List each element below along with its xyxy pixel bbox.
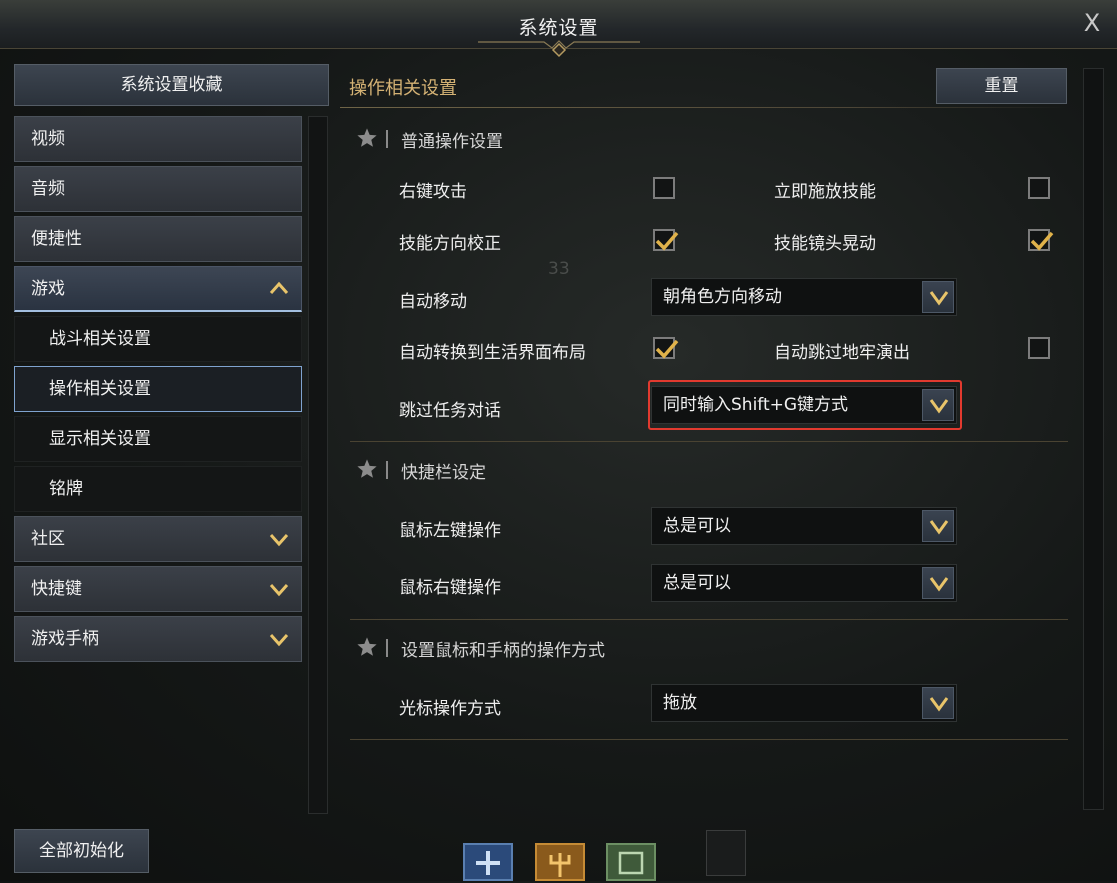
plus-icon — [476, 851, 500, 875]
chevron-down-icon — [929, 291, 949, 306]
sidebar-item-label: 战斗相关设置 — [49, 329, 151, 349]
setting-label: 鼠标右键操作 — [399, 578, 501, 598]
checkmark-icon — [655, 339, 679, 359]
sidebar-item-display[interactable]: 显示相关设置 — [14, 416, 302, 462]
chevron-down-icon — [269, 534, 289, 547]
hotbar-slot[interactable] — [706, 830, 746, 876]
dropdown-toggle[interactable] — [922, 510, 954, 542]
sidebar-item-label: 游戏手柄 — [31, 629, 99, 649]
sidebar-item-video[interactable]: 视频 — [14, 116, 302, 162]
group-title: 快捷栏设定 — [401, 463, 486, 483]
sidebar-item-label: 便捷性 — [31, 229, 82, 249]
hotbar-plus-icon[interactable] — [463, 843, 513, 881]
sidebar-item-label: 游戏 — [31, 279, 65, 299]
setting-label: 技能镜头晃动 — [774, 234, 876, 254]
hotbar-map-icon[interactable] — [606, 843, 656, 881]
hotbar-trident-icon[interactable] — [535, 843, 585, 881]
setting-label: 自动移动 — [399, 292, 467, 312]
instant-cast-checkbox[interactable] — [1028, 177, 1050, 199]
star-icon[interactable] — [356, 636, 378, 658]
skip-dungeon-cutscene-checkbox[interactable] — [1028, 337, 1050, 359]
window-title: 系统设置 — [518, 17, 599, 39]
chevron-down-icon — [929, 697, 949, 712]
setting-label: 右键攻击 — [399, 182, 467, 202]
dropdown-toggle[interactable] — [922, 281, 954, 313]
setting-label: 立即施放技能 — [774, 182, 876, 202]
chevron-down-icon — [929, 520, 949, 535]
dropdown-value: 总是可以 — [663, 573, 731, 593]
sidebar-item-gamepad[interactable]: 游戏手柄 — [14, 616, 302, 662]
group-header-separator — [386, 461, 388, 479]
auto-move-dropdown[interactable]: 朝角色方向移动 — [651, 278, 957, 316]
star-icon[interactable] — [356, 127, 378, 149]
auto-life-layout-checkbox[interactable] — [653, 337, 679, 359]
dropdown-value: 拖放 — [663, 693, 697, 713]
group-divider — [350, 739, 1068, 740]
right-click-attack-checkbox[interactable] — [653, 177, 675, 199]
group-header-separator — [386, 639, 388, 657]
sidebar-item-hotkeys[interactable]: 快捷键 — [14, 566, 302, 612]
sidebar-item-combat[interactable]: 战斗相关设置 — [14, 316, 302, 362]
sidebar-scrollbar[interactable] — [308, 116, 328, 814]
trident-icon — [549, 853, 571, 877]
camera-shake-checkbox[interactable] — [1028, 229, 1054, 251]
reset-button[interactable]: 重置 — [936, 68, 1067, 104]
highlight-annotation — [648, 380, 962, 430]
chevron-up-icon — [269, 281, 289, 294]
map-icon — [618, 851, 644, 875]
settings-scrollbar[interactable] — [1083, 68, 1104, 810]
mouse-right-dropdown[interactable]: 总是可以 — [651, 564, 957, 602]
cursor-mode-dropdown[interactable]: 拖放 — [651, 684, 957, 722]
dropdown-value: 总是可以 — [663, 516, 731, 536]
sidebar-item-label: 视频 — [31, 129, 65, 149]
sidebar-item-community[interactable]: 社区 — [14, 516, 302, 562]
checkmark-icon — [1030, 231, 1054, 251]
sidebar-item-game[interactable]: 游戏 — [14, 266, 302, 312]
section-title: 操作相关设置 — [349, 78, 457, 99]
chevron-down-icon — [929, 577, 949, 592]
setting-label: 光标操作方式 — [399, 699, 501, 719]
chevron-down-icon — [269, 584, 289, 597]
star-icon[interactable] — [356, 458, 378, 480]
background-number: 33 — [548, 259, 570, 279]
group-divider — [350, 619, 1068, 620]
sidebar-item-label: 显示相关设置 — [49, 429, 151, 449]
dropdown-toggle[interactable] — [922, 567, 954, 599]
group-title: 普通操作设置 — [401, 132, 503, 152]
setting-label: 技能方向校正 — [399, 234, 501, 254]
sidebar-item-label: 铭牌 — [49, 479, 83, 499]
close-button[interactable]: X — [1079, 10, 1105, 36]
sidebar-item-label: 操作相关设置 — [49, 379, 151, 399]
sidebar-item-label: 快捷键 — [31, 579, 82, 599]
sidebar-item-convenience[interactable]: 便捷性 — [14, 216, 302, 262]
sidebar-item-nameplate[interactable]: 铭牌 — [14, 466, 302, 512]
sidebar-item-label: 音频 — [31, 179, 65, 199]
group-header-separator — [386, 130, 388, 148]
reset-all-button[interactable]: 全部初始化 — [14, 829, 149, 873]
setting-label: 自动跳过地牢演出 — [774, 343, 910, 363]
favorites-button[interactable]: 系统设置收藏 — [14, 64, 329, 106]
checkmark-icon — [655, 231, 679, 251]
title-ornament-icon — [478, 40, 640, 58]
sidebar-item-label: 社区 — [31, 529, 65, 549]
setting-label: 鼠标左键操作 — [399, 521, 501, 541]
setting-label: 自动转换到生活界面布局 — [399, 343, 586, 363]
sidebar-item-controls[interactable]: 操作相关设置 — [14, 366, 302, 412]
title-bar: 系统设置 X — [0, 0, 1117, 58]
group-divider — [350, 441, 1068, 442]
dropdown-toggle[interactable] — [922, 687, 954, 719]
chevron-down-icon — [269, 634, 289, 647]
skill-direction-checkbox[interactable] — [653, 229, 679, 251]
group-title: 设置鼠标和手柄的操作方式 — [401, 641, 605, 661]
dropdown-value: 朝角色方向移动 — [663, 287, 782, 307]
mouse-left-dropdown[interactable]: 总是可以 — [651, 507, 957, 545]
sidebar-nav: 视频 音频 便捷性 游戏 战斗相关设置 操作相关设置 显示相关设置 铭牌 社区 … — [14, 116, 302, 666]
sidebar-item-audio[interactable]: 音频 — [14, 166, 302, 212]
setting-label: 跳过任务对话 — [399, 401, 501, 421]
section-title-divider — [340, 107, 1068, 108]
